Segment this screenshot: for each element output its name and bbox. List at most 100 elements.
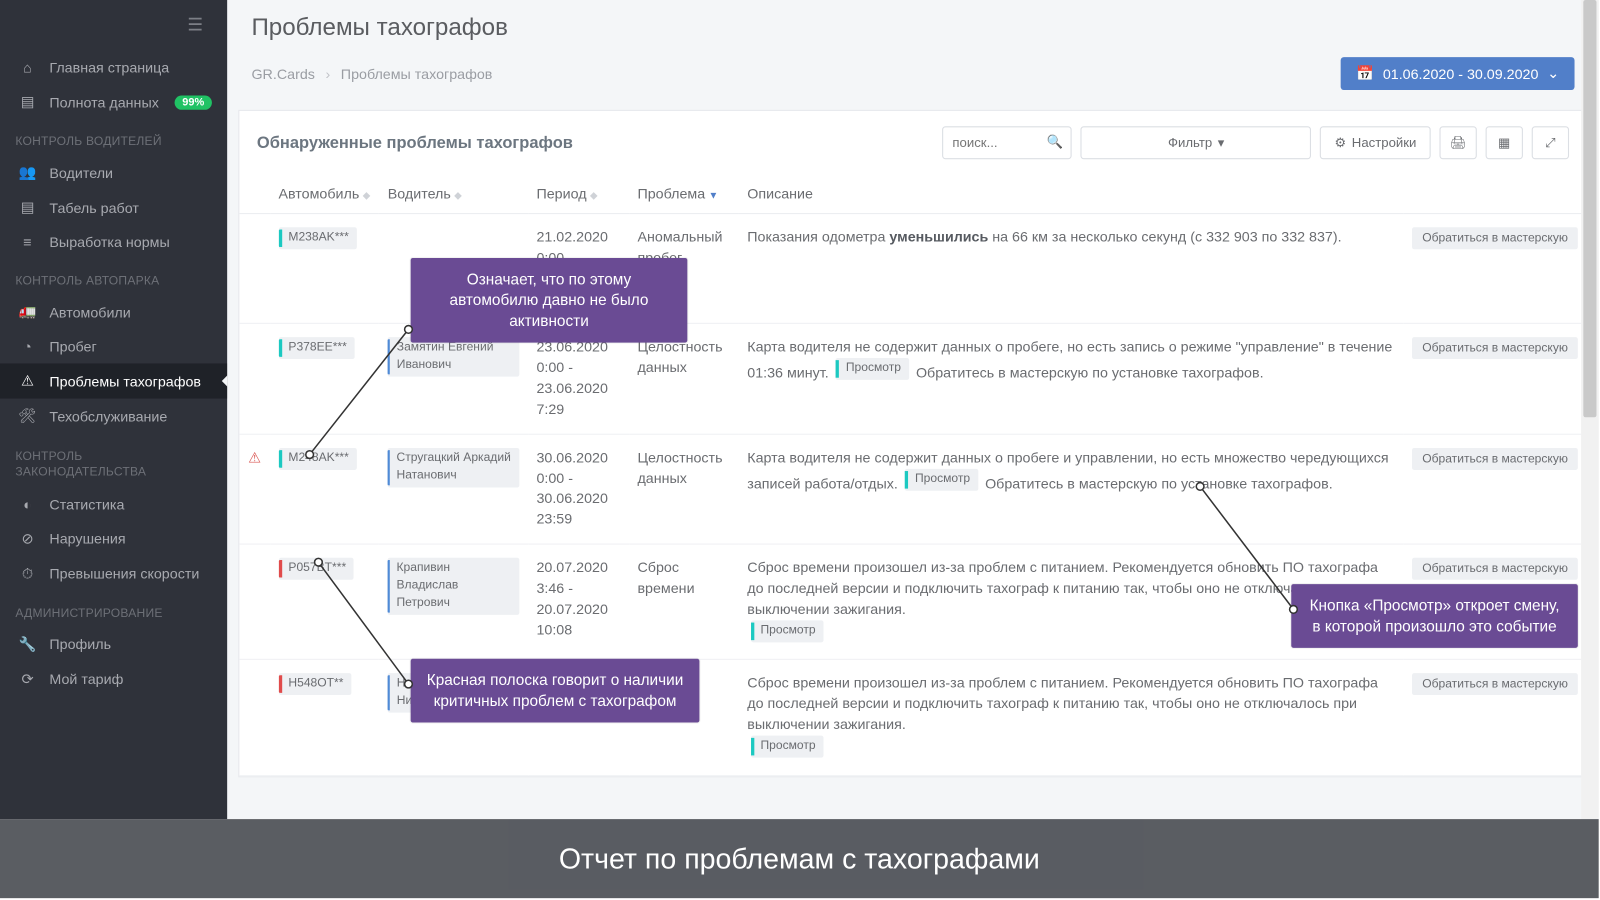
nav-maintenance[interactable]: 🛠Техобслуживание	[0, 399, 227, 434]
description-cell: Сброс времени произошел из-за проблем с …	[738, 660, 1403, 776]
nav-violations[interactable]: ⊘Нарушения	[0, 521, 227, 556]
stripe-icon	[388, 676, 390, 711]
nav-timesheet[interactable]: ▤Табель работ	[0, 190, 227, 225]
refresh-icon: ⟳	[15, 670, 39, 688]
annotation-callout: Кнопка «Просмотр» откроет смену, в котор…	[1291, 584, 1578, 647]
alert-cell: ⚠	[239, 434, 269, 544]
driver-tag[interactable]: Замятин Евгений Иванович	[388, 337, 519, 376]
export-excel-button[interactable]: ▦	[1486, 126, 1523, 159]
settings-button[interactable]: ⚙ Настройки	[1320, 126, 1430, 159]
home-icon: ⌂	[15, 59, 39, 75]
filter-button[interactable]: Фильтр ▾	[1081, 126, 1312, 159]
contact-workshop-button[interactable]: Обратиться в мастерскую	[1412, 674, 1578, 696]
col-driver[interactable]: Водитель◆	[379, 175, 528, 214]
driver-label: Крапивин Владислав Петрович	[396, 560, 511, 612]
scrollbar-thumb[interactable]	[1583, 0, 1596, 417]
gauge-icon: ◔	[15, 338, 39, 354]
nav-group-header: АДМИНИСТРИРОВАНИЕ	[0, 591, 227, 626]
gear-icon: ⚙	[1334, 135, 1346, 150]
contact-workshop-button[interactable]: Обратиться в мастерскую	[1412, 558, 1578, 580]
tool-icon: 🔧	[15, 635, 39, 653]
view-chip[interactable]: Просмотр	[836, 358, 909, 380]
period-cell: 30.06.2020 0:00 - 30.06.2020 23:59	[528, 434, 629, 544]
table-row: ⚠ M248AK*** Стругацкий Аркадий Натанович 30…	[239, 434, 1586, 544]
piechart-icon: ◐	[15, 496, 39, 512]
nav-tariff[interactable]: ⟳Мой тариф	[0, 662, 227, 697]
chevron-down-icon: ⌄	[1547, 65, 1559, 83]
description-cell: Карта водителя не содержит данных о проб…	[738, 324, 1403, 434]
nav-drivers[interactable]: 👥Водители	[0, 155, 227, 190]
print-button[interactable]: 🖨	[1439, 126, 1476, 159]
breadcrumb-root[interactable]: GR.Cards	[251, 65, 314, 81]
annotation-callout: Красная полоска говорит о наличии критич…	[411, 659, 700, 722]
col-vehicle[interactable]: Автомобиль◆	[270, 175, 379, 214]
nav-data-completeness[interactable]: ▤ Полнота данных 99%	[0, 85, 227, 120]
driver-tag[interactable]: Стругацкий Аркадий Натанович	[388, 448, 519, 487]
nav-tacho-problems[interactable]: ⚠Проблемы тахографов	[0, 363, 227, 398]
nav-norm[interactable]: ≡Выработка нормы	[0, 225, 227, 259]
stripe-icon	[279, 450, 282, 467]
date-range-value: 01.06.2020 - 30.09.2020	[1383, 65, 1539, 81]
nav-label: Главная страница	[49, 59, 169, 75]
stripe-icon	[388, 450, 390, 485]
annotation-callout: Означает, что по этому автомобилю давно …	[411, 258, 688, 342]
truck-icon: 🚛	[15, 303, 39, 321]
nav-home[interactable]: ⌂ Главная страница	[0, 51, 227, 85]
lines-icon: ≡	[15, 234, 39, 250]
search-icon: 🔍	[1047, 134, 1063, 149]
vehicle-tag[interactable]: M238AK***	[279, 227, 357, 249]
view-chip[interactable]: Просмотр	[751, 736, 824, 758]
view-chip[interactable]: Просмотр	[751, 620, 824, 642]
col-period[interactable]: Период◆	[528, 175, 629, 214]
col-problem[interactable]: Проблема▼	[629, 175, 739, 214]
vehicle-tag[interactable]: P378EE***	[279, 337, 355, 359]
nav-label: Полнота данных	[49, 94, 158, 110]
menu-toggle-icon[interactable]: ☰	[0, 0, 227, 51]
period-cell: 20.07.2020 3:46 - 20.07.2020 10:08	[528, 544, 629, 660]
nav-vehicles[interactable]: 🚛Автомобили	[0, 294, 227, 329]
print-icon: 🖨	[1450, 135, 1467, 150]
contact-workshop-button[interactable]: Обратиться в мастерскую	[1412, 227, 1578, 249]
sidebar: ☰ ⌂ Главная страница ▤ Полнота данных 99…	[0, 0, 227, 819]
stripe-icon	[388, 560, 390, 612]
nav-stats[interactable]: ◐Статистика	[0, 487, 227, 521]
driver-label: Стругацкий Аркадий Натанович	[396, 450, 511, 485]
vehicle-label: M238AK***	[288, 229, 348, 246]
vehicle-tag[interactable]: P057BT***	[279, 558, 354, 580]
expand-icon: ⤢	[1545, 135, 1556, 151]
warning-icon: ⚠	[248, 449, 261, 465]
stripe-icon	[279, 229, 282, 246]
fullscreen-button[interactable]: ⤢	[1532, 126, 1569, 159]
vertical-scrollbar[interactable]	[1581, 0, 1599, 819]
nav-mileage[interactable]: ◔Пробег	[0, 329, 227, 363]
chevron-right-icon: ›	[325, 65, 330, 81]
vehicle-tag[interactable]: M248AK***	[279, 448, 357, 470]
date-range-picker[interactable]: 📅 01.06.2020 - 30.09.2020 ⌄	[1341, 57, 1575, 90]
nav-profile[interactable]: 🔧Профиль	[0, 627, 227, 662]
page-title: Проблемы тахографов	[251, 13, 1574, 42]
calendar-icon: 📅	[1356, 65, 1374, 83]
driver-tag[interactable]: Крапивин Владислав Петрович	[388, 558, 519, 615]
alert-cell	[239, 214, 269, 324]
description-cell: Карта водителя не содержит данных о проб…	[738, 434, 1403, 544]
view-chip[interactable]: Просмотр	[905, 468, 978, 490]
alert-cell	[239, 544, 269, 660]
vehicle-label: H548OT**	[288, 676, 343, 693]
caret-down-icon: ▾	[1218, 135, 1225, 150]
nav-group-header: КОНТРОЛЬ АВТОПАРКА	[0, 259, 227, 294]
problem-cell: Сброс времени	[629, 544, 739, 660]
vehicle-tag[interactable]: H548OT**	[279, 674, 352, 696]
vehicle-label: P378EE***	[288, 340, 346, 357]
list-icon: ▤	[15, 199, 39, 217]
col-description: Описание	[738, 175, 1403, 214]
driver-label: Замятин Евгений Иванович	[397, 340, 511, 375]
nav-group-header: КОНТРОЛЬ ЗАКОНОДАТЕЛЬСТВА	[0, 434, 227, 487]
warning-icon: ⚠	[15, 372, 39, 390]
contact-workshop-button[interactable]: Обратиться в мастерскую	[1412, 337, 1578, 359]
wrench-icon: 🛠	[15, 407, 39, 425]
nav-speeding[interactable]: ⏱Превышения скорости	[0, 556, 227, 591]
problem-cell: Целостность данных	[629, 434, 739, 544]
description-cell: Показания одометра уменьшились на 66 км …	[738, 214, 1403, 324]
contact-workshop-button[interactable]: Обратиться в мастерскую	[1412, 448, 1578, 470]
stripe-icon	[279, 676, 282, 693]
